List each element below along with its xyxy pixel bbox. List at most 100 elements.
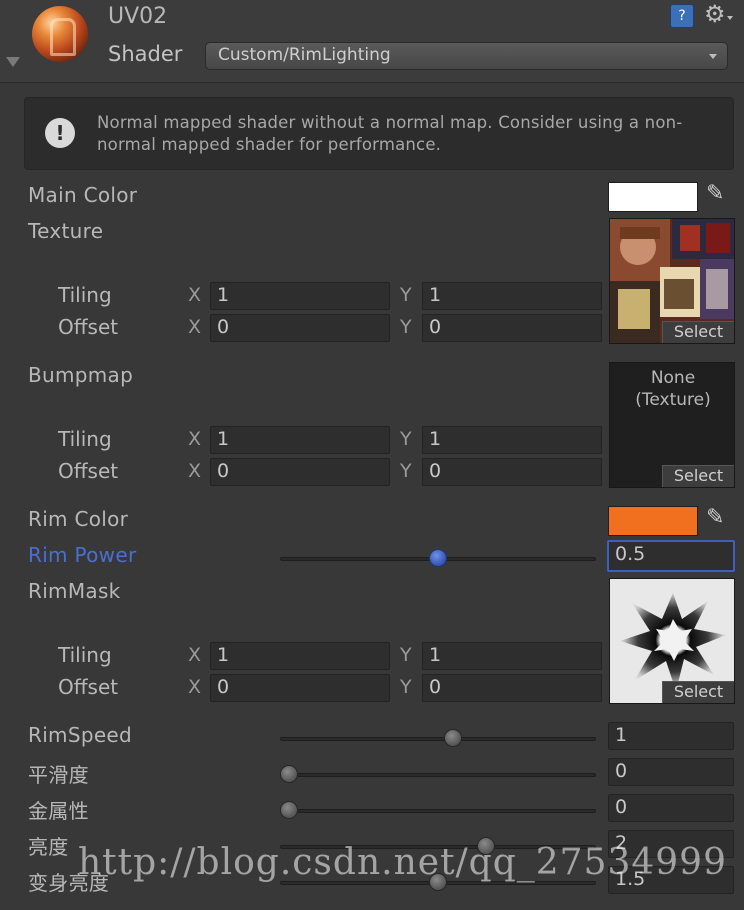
none-line-2: (Texture) — [635, 390, 711, 410]
field-value: 1.5 — [615, 868, 646, 890]
brightness-slider-thumb[interactable] — [476, 837, 495, 855]
axis-x-label: X — [188, 644, 202, 666]
transform-brightness-slider-thumb[interactable] — [429, 873, 447, 891]
rim-power-slider-thumb[interactable] — [429, 549, 447, 567]
bumpmap-offset-label: Offset — [58, 459, 119, 483]
eyedropper-icon[interactable]: ✎ — [706, 505, 724, 530]
texture-slot[interactable]: Select — [609, 218, 735, 344]
bumpmap-none-text: None (Texture) — [610, 367, 734, 411]
transform-brightness-value-field[interactable]: 1.5 — [608, 866, 734, 894]
chevron-down-icon — [709, 54, 717, 59]
field-value: 2 — [615, 832, 628, 854]
brightness-value-field[interactable]: 2 — [608, 830, 734, 858]
axis-x-label: X — [188, 284, 202, 306]
smoothness-slider-track[interactable] — [280, 773, 596, 777]
material-name: UV02 — [108, 4, 168, 29]
warning-text: Normal mapped shader without a normal ma… — [97, 113, 683, 154]
rim-speed-label: RimSpeed — [28, 723, 133, 747]
axis-x-label: X — [188, 460, 202, 482]
texture-offset-label: Offset — [58, 315, 119, 339]
rim-color-swatch[interactable] — [608, 506, 698, 536]
rim-mask-offset-label: Offset — [58, 675, 119, 699]
rim-mask-offset-x-field[interactable]: 0 — [210, 674, 390, 702]
metallic-slider-track[interactable] — [280, 809, 596, 813]
field-value: 1 — [217, 428, 230, 450]
none-line-1: None — [650, 368, 696, 388]
bumpmap-offset-x-field[interactable]: 0 — [210, 458, 390, 486]
rim-speed-value-field[interactable]: 1 — [608, 722, 734, 750]
texture-select-button[interactable]: Select — [662, 321, 734, 343]
main-color-label: Main Color — [28, 183, 138, 207]
rim-power-label: Rim Power — [28, 543, 137, 567]
field-value: 0 — [615, 796, 628, 818]
field-value: 0 — [429, 676, 442, 698]
texture-tiling-label: Tiling — [58, 283, 112, 307]
shader-label: Shader — [108, 42, 183, 66]
smoothness-label: 平滑度 — [28, 763, 89, 787]
field-value: 0 — [217, 676, 230, 698]
smoothness-slider-thumb[interactable] — [280, 765, 298, 783]
foldout-arrow-icon[interactable] — [6, 57, 20, 67]
axis-x-label: X — [188, 316, 202, 338]
shader-dropdown[interactable]: Custom/RimLighting — [205, 42, 728, 70]
field-value: 0 — [429, 460, 442, 482]
field-value: 1 — [429, 284, 442, 306]
rim-color-label: Rim Color — [28, 507, 129, 531]
eyedropper-icon[interactable]: ✎ — [706, 181, 724, 206]
field-value: 0 — [217, 316, 230, 338]
bumpmap-select-button[interactable]: Select — [662, 465, 734, 487]
axis-y-label: Y — [400, 316, 412, 338]
field-value: 0 — [217, 460, 230, 482]
brightness-label: 亮度 — [28, 835, 69, 859]
axis-x-label: X — [188, 428, 202, 450]
bumpmap-slot[interactable]: None (Texture) Select — [609, 362, 735, 488]
texture-label: Texture — [28, 219, 104, 243]
rim-mask-slot[interactable]: Select — [609, 578, 735, 704]
field-value: 1 — [217, 284, 230, 306]
warning-helpbox: ! Normal mapped shader without a normal … — [24, 97, 734, 170]
transform-brightness-label: 变身亮度 — [28, 871, 110, 895]
bumpmap-offset-y-field[interactable]: 0 — [422, 458, 602, 486]
rim-mask-tiling-x-field[interactable]: 1 — [210, 642, 390, 670]
axis-y-label: Y — [400, 460, 412, 482]
bumpmap-tiling-x-field[interactable]: 1 — [210, 426, 390, 454]
texture-offset-x-field[interactable]: 0 — [210, 314, 390, 342]
bumpmap-tiling-y-field[interactable]: 1 — [422, 426, 602, 454]
axis-x-label: X — [188, 676, 202, 698]
rim-mask-select-button[interactable]: Select — [662, 681, 734, 703]
field-value: 0.5 — [615, 543, 646, 565]
rim-mask-tiling-y-field[interactable]: 1 — [422, 642, 602, 670]
gear-dropdown-arrow-icon — [727, 16, 733, 20]
axis-y-label: Y — [400, 644, 412, 666]
warning-icon: ! — [45, 118, 75, 148]
field-value: 0 — [615, 760, 628, 782]
field-value: 1 — [429, 644, 442, 666]
texture-tiling-y-field[interactable]: 1 — [422, 282, 602, 310]
axis-y-label: Y — [400, 676, 412, 698]
rim-power-value-field[interactable]: 0.5 — [607, 540, 735, 572]
gear-icon[interactable]: ⚙ — [704, 0, 726, 28]
bumpmap-tiling-label: Tiling — [58, 427, 112, 451]
smoothness-value-field[interactable]: 0 — [608, 758, 734, 786]
rim-mask-tiling-label: Tiling — [58, 643, 112, 667]
field-value: 1 — [429, 428, 442, 450]
metallic-slider-thumb[interactable] — [280, 801, 298, 819]
bumpmap-label: Bumpmap — [28, 363, 134, 387]
field-value: 0 — [429, 316, 442, 338]
axis-y-label: Y — [400, 428, 412, 450]
rim-speed-slider-thumb[interactable] — [443, 729, 462, 747]
rim-speed-slider-track[interactable] — [280, 737, 596, 741]
help-icon[interactable]: ? — [670, 4, 694, 28]
main-color-swatch[interactable] — [608, 182, 698, 212]
material-preview-icon — [32, 6, 88, 62]
texture-tiling-x-field[interactable]: 1 — [210, 282, 390, 310]
material-header: UV02 Shader Custom/RimLighting ? ⚙ — [0, 0, 744, 83]
axis-y-label: Y — [400, 284, 412, 306]
rim-mask-offset-y-field[interactable]: 0 — [422, 674, 602, 702]
metallic-label: 金属性 — [28, 799, 89, 823]
metallic-value-field[interactable]: 0 — [608, 794, 734, 822]
brightness-slider-track[interactable] — [280, 845, 596, 849]
rim-mask-label: RimMask — [28, 579, 121, 603]
field-value: 1 — [217, 644, 230, 666]
texture-offset-y-field[interactable]: 0 — [422, 314, 602, 342]
